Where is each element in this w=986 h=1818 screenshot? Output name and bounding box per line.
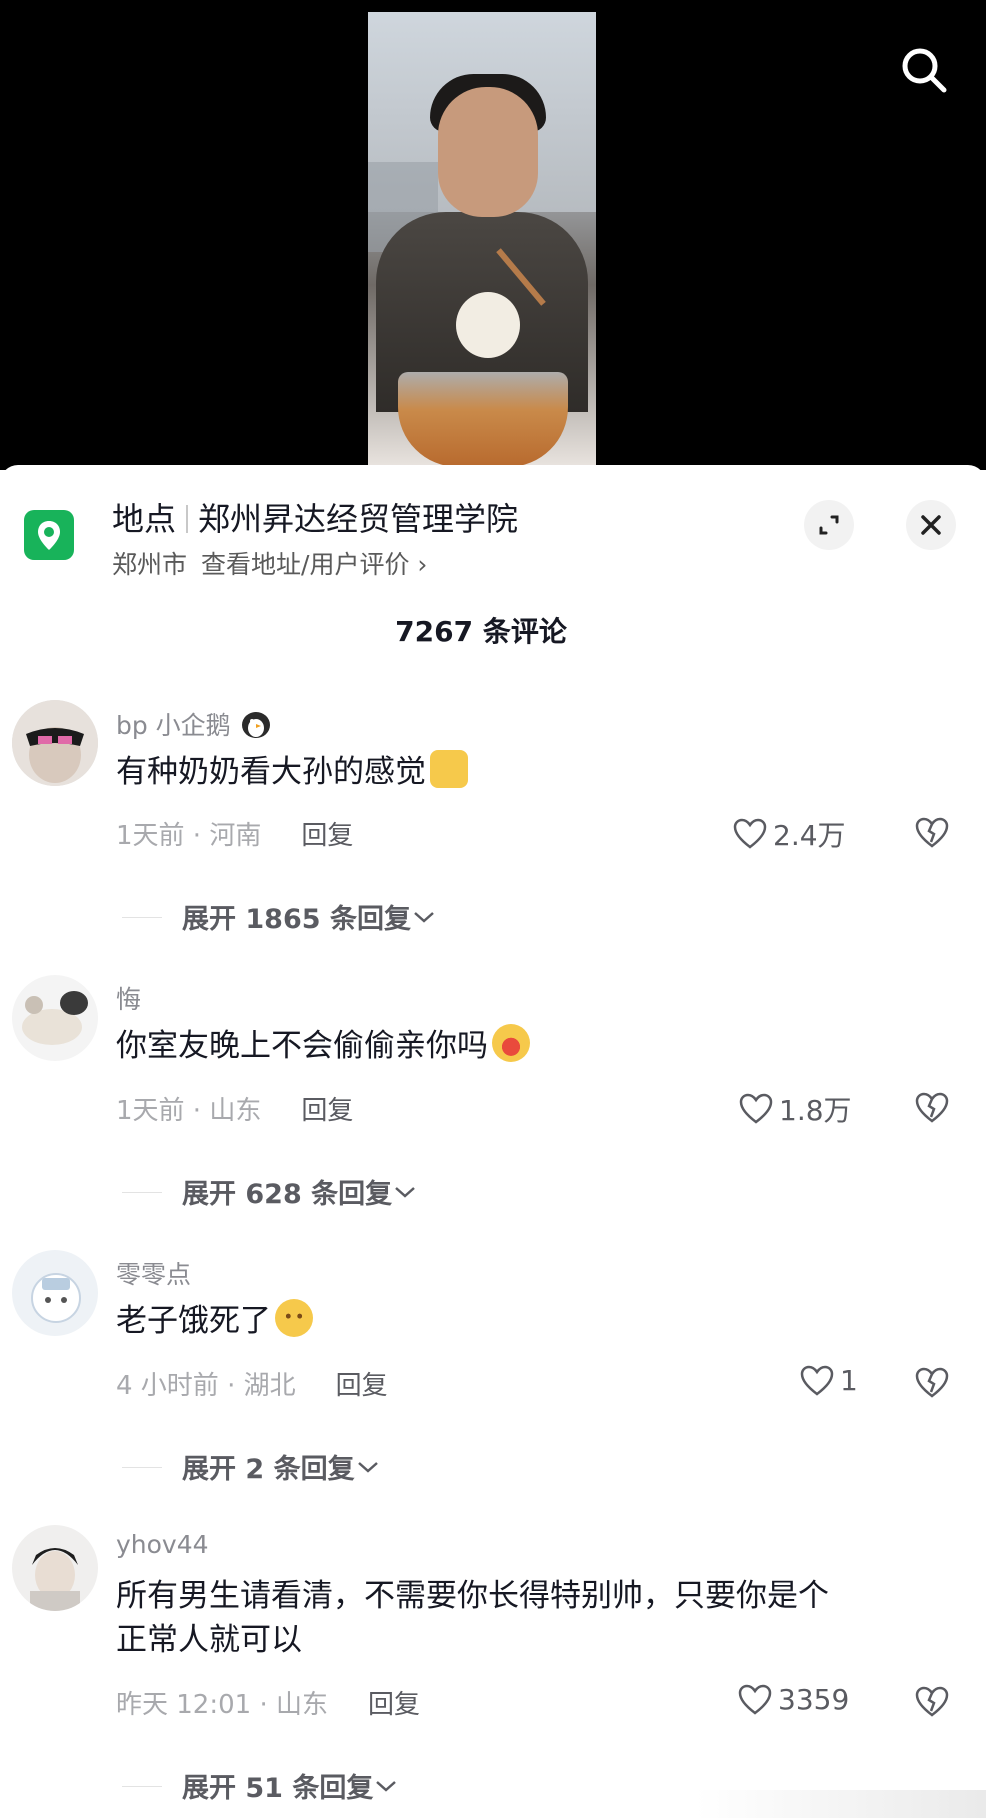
broken-heart-icon[interactable] (915, 1685, 949, 1719)
comment-meta: 昨天 12:01 · 山东 回复 (116, 1690, 421, 1720)
chevron-down-icon (395, 1186, 416, 1198)
chevron-down-icon (376, 1780, 397, 1792)
close-icon[interactable] (906, 500, 956, 550)
location-label: 地点 (112, 500, 177, 538)
broken-heart-icon[interactable] (915, 816, 949, 850)
like-count: 1 (840, 1364, 858, 1397)
like-button[interactable]: 3359 (738, 1683, 849, 1716)
location-subtitle[interactable]: 郑州市 查看地址/用户评价 › (112, 545, 427, 581)
comment-username[interactable]: 零零点 (116, 1255, 191, 1291)
comment-text: 老子饿死了 (116, 1299, 956, 1343)
broken-heart-icon[interactable] (915, 1091, 949, 1125)
broken-heart-icon[interactable] (915, 1366, 949, 1400)
comment-count: 7267 条评论 (395, 615, 567, 648)
heart-icon (733, 818, 767, 849)
reply-button[interactable]: 回复 (301, 1096, 353, 1126)
location-pin-icon (24, 510, 74, 560)
dizzy-face-emoji-icon (275, 1299, 313, 1337)
heart-icon (738, 1684, 772, 1715)
comment-username[interactable]: bp 小企鹅 (116, 706, 273, 742)
kissing-face-emoji-icon (492, 1024, 530, 1062)
chevron-right-icon: › (417, 550, 428, 579)
comment-username[interactable]: yhov44 (116, 1530, 209, 1559)
video-person-face (438, 87, 538, 217)
location-name: 郑州昇达经贸管理学院 (198, 500, 519, 538)
video-thumbnail[interactable] (368, 12, 596, 467)
avatar[interactable] (12, 975, 98, 1061)
chevron-down-icon (414, 911, 434, 923)
reply-button[interactable]: 回复 (368, 1690, 420, 1720)
watermark (696, 1790, 986, 1818)
heart-icon (739, 1093, 773, 1124)
location-link[interactable]: 查看地址/用户评价 (201, 550, 409, 579)
location-title[interactable]: 地点 郑州昇达经贸管理学院 (112, 494, 518, 540)
comment-meta: 4 小时前 · 湖北 回复 (116, 1371, 388, 1401)
avatar[interactable] (12, 700, 98, 786)
expand-replies-button[interactable]: 展开 51 条回复 (121, 1766, 399, 1805)
like-count: 2.4万 (773, 819, 846, 852)
comment-username[interactable]: 悔 (116, 980, 141, 1016)
comment-text: 你室友晚上不会偷偷亲你吗 (116, 1024, 956, 1068)
video-bun (456, 292, 520, 358)
penguin-emoji-icon (241, 712, 270, 738)
like-button[interactable]: 1 (800, 1364, 858, 1397)
video-food-bowl (398, 372, 568, 467)
victory-hand-emoji-icon (430, 750, 468, 788)
divider (186, 505, 189, 533)
expand-replies-button[interactable]: 展开 628 条回复 (121, 1172, 418, 1211)
heart-icon (800, 1365, 834, 1396)
comment-text: 所有男生请看清，不需要你长得特别帅，只要你是个 正常人就可以 (116, 1578, 829, 1658)
avatar[interactable] (12, 1250, 98, 1336)
comment-meta: 1天前 · 山东 回复 (116, 1096, 354, 1126)
avatar[interactable] (12, 1525, 98, 1611)
like-count: 3359 (778, 1683, 850, 1716)
search-icon[interactable] (894, 40, 954, 100)
location-city: 郑州市 (112, 550, 188, 579)
reply-button[interactable]: 回复 (336, 1371, 388, 1401)
like-button[interactable]: 1.8万 (739, 1089, 852, 1129)
expand-replies-button[interactable]: 展开 1865 条回复 (122, 897, 437, 936)
expand-icon[interactable] (804, 500, 854, 550)
reply-button[interactable]: 回复 (301, 821, 353, 851)
like-count: 1.8万 (779, 1094, 852, 1127)
expand-replies-button[interactable]: 展开 2 条回复 (122, 1447, 381, 1486)
comment-text: 有种奶奶看大孙的感觉 (116, 750, 956, 794)
video-player[interactable] (0, 0, 986, 470)
like-button[interactable]: 2.4万 (733, 814, 846, 854)
chevron-down-icon (357, 1461, 378, 1473)
comment-meta: 1天前 · 河南 回复 (116, 821, 354, 851)
